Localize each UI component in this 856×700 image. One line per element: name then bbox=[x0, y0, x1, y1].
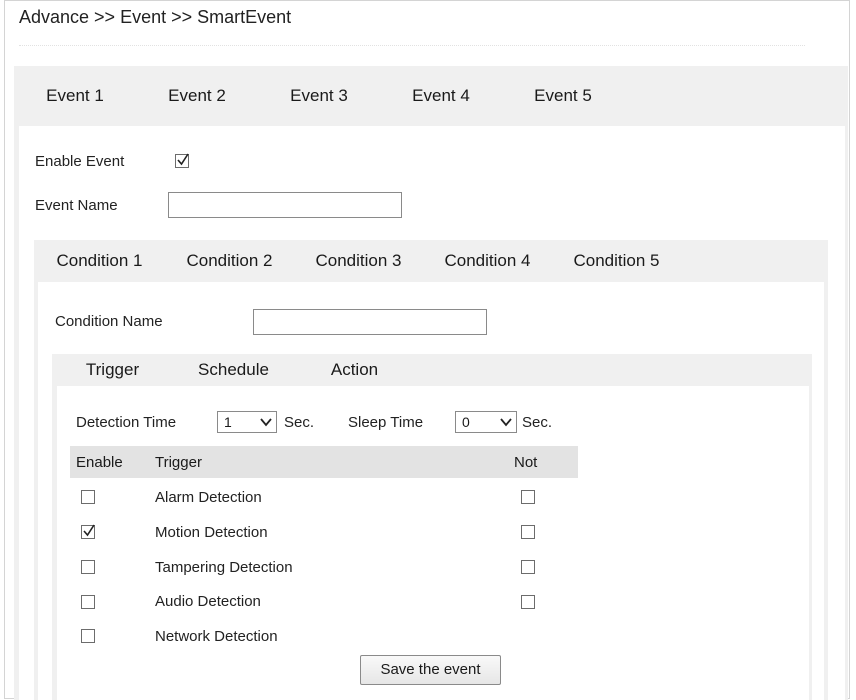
tab-action[interactable]: Action bbox=[294, 354, 415, 386]
row-enable-checkbox[interactable] bbox=[81, 629, 95, 643]
sleep-time-select[interactable]: 0 bbox=[455, 411, 517, 433]
detection-time-value: 1 bbox=[224, 414, 232, 430]
tab-condition-3[interactable]: Condition 3 bbox=[294, 240, 423, 282]
breadcrumb: Advance >> Event >> SmartEvent bbox=[19, 7, 292, 27]
trigger-name: Tampering Detection bbox=[155, 559, 293, 576]
detection-time-unit: Sec. bbox=[284, 414, 315, 431]
detection-time-select[interactable]: 1 bbox=[217, 411, 277, 433]
breadcrumb-divider bbox=[19, 45, 805, 46]
trigger-name: Alarm Detection bbox=[155, 489, 262, 506]
tab-event-1[interactable]: Event 1 bbox=[14, 66, 136, 126]
chevron-down-icon bbox=[260, 418, 272, 427]
tab-condition-4[interactable]: Condition 4 bbox=[423, 240, 552, 282]
trigger-panel bbox=[57, 386, 809, 700]
header-trigger: Trigger bbox=[155, 454, 202, 471]
trigger-table-header: Enable Trigger Not bbox=[70, 446, 578, 478]
row-enable-checkbox[interactable] bbox=[81, 595, 95, 609]
trigger-name: Network Detection bbox=[155, 628, 278, 645]
tab-trigger[interactable]: Trigger bbox=[52, 354, 173, 386]
tab-event-4[interactable]: Event 4 bbox=[380, 66, 502, 126]
sleep-time-value: 0 bbox=[462, 414, 470, 430]
enable-event-label: Enable Event bbox=[35, 153, 125, 170]
checkmark-icon bbox=[177, 153, 189, 166]
sleep-time-unit: Sec. bbox=[522, 414, 553, 431]
tab-condition-1[interactable]: Condition 1 bbox=[34, 240, 165, 282]
tab-condition-2[interactable]: Condition 2 bbox=[165, 240, 294, 282]
condition-name-input[interactable] bbox=[253, 309, 487, 335]
save-event-button[interactable]: Save the event bbox=[360, 655, 501, 685]
row-not-checkbox[interactable] bbox=[521, 560, 535, 574]
tab-condition-5[interactable]: Condition 5 bbox=[552, 240, 681, 282]
trigger-name: Motion Detection bbox=[155, 524, 268, 541]
row-not-checkbox[interactable] bbox=[521, 595, 535, 609]
tab-event-3[interactable]: Event 3 bbox=[258, 66, 380, 126]
tab-schedule[interactable]: Schedule bbox=[173, 354, 294, 386]
row-enable-checkbox[interactable] bbox=[81, 524, 95, 539]
event-name-input[interactable] bbox=[168, 192, 402, 218]
checkmark-icon bbox=[83, 524, 95, 537]
header-enable: Enable bbox=[76, 454, 123, 471]
row-enable-checkbox[interactable] bbox=[81, 490, 95, 504]
row-enable-checkbox[interactable] bbox=[81, 560, 95, 574]
header-not: Not bbox=[514, 454, 538, 471]
row-not-checkbox[interactable] bbox=[521, 525, 535, 539]
tab-event-5[interactable]: Event 5 bbox=[502, 66, 624, 126]
row-not-checkbox[interactable] bbox=[521, 490, 535, 504]
enable-event-checkbox[interactable] bbox=[175, 153, 189, 168]
trigger-name: Audio Detection bbox=[155, 593, 261, 610]
event-name-label: Event Name bbox=[35, 197, 118, 214]
detection-time-label: Detection Time bbox=[76, 414, 177, 431]
condition-name-label: Condition Name bbox=[55, 313, 163, 330]
chevron-down-icon bbox=[500, 418, 512, 427]
tab-event-2[interactable]: Event 2 bbox=[136, 66, 258, 126]
sleep-time-label: Sleep Time bbox=[348, 414, 424, 431]
